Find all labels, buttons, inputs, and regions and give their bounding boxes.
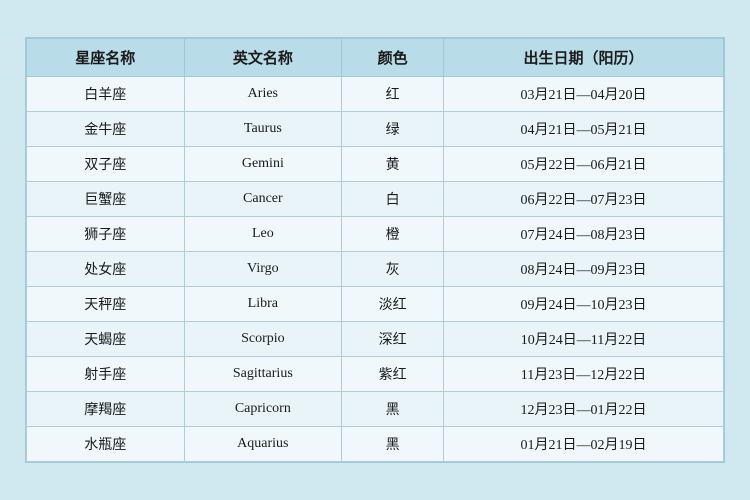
cell-chinese-name: 金牛座 bbox=[27, 112, 185, 147]
header-dates: 出生日期（阳历） bbox=[444, 39, 724, 77]
zodiac-table: 星座名称 英文名称 颜色 出生日期（阳历） 白羊座Aries红03月21日—04… bbox=[26, 38, 724, 462]
table-row: 狮子座Leo橙07月24日—08月23日 bbox=[27, 217, 724, 252]
table-row: 天蝎座Scorpio深红10月24日—11月22日 bbox=[27, 322, 724, 357]
table-row: 巨蟹座Cancer白06月22日—07月23日 bbox=[27, 182, 724, 217]
table-row: 天秤座Libra淡红09月24日—10月23日 bbox=[27, 287, 724, 322]
cell-chinese-name: 水瓶座 bbox=[27, 427, 185, 462]
table-row: 射手座Sagittarius紫红11月23日—12月22日 bbox=[27, 357, 724, 392]
cell-color: 紫红 bbox=[342, 357, 444, 392]
cell-color: 黑 bbox=[342, 427, 444, 462]
table-row: 摩羯座Capricorn黑12月23日—01月22日 bbox=[27, 392, 724, 427]
cell-color: 深红 bbox=[342, 322, 444, 357]
cell-dates: 01月21日—02月19日 bbox=[444, 427, 724, 462]
cell-color: 灰 bbox=[342, 252, 444, 287]
cell-dates: 10月24日—11月22日 bbox=[444, 322, 724, 357]
cell-dates: 07月24日—08月23日 bbox=[444, 217, 724, 252]
table-row: 处女座Virgo灰08月24日—09月23日 bbox=[27, 252, 724, 287]
cell-chinese-name: 摩羯座 bbox=[27, 392, 185, 427]
cell-dates: 06月22日—07月23日 bbox=[444, 182, 724, 217]
cell-chinese-name: 射手座 bbox=[27, 357, 185, 392]
cell-dates: 08月24日—09月23日 bbox=[444, 252, 724, 287]
cell-english-name: Gemini bbox=[184, 147, 342, 182]
cell-color: 红 bbox=[342, 77, 444, 112]
table-body: 白羊座Aries红03月21日—04月20日金牛座Taurus绿04月21日—0… bbox=[27, 77, 724, 462]
cell-chinese-name: 白羊座 bbox=[27, 77, 185, 112]
cell-english-name: Capricorn bbox=[184, 392, 342, 427]
cell-english-name: Sagittarius bbox=[184, 357, 342, 392]
cell-english-name: Libra bbox=[184, 287, 342, 322]
cell-color: 黄 bbox=[342, 147, 444, 182]
cell-dates: 12月23日—01月22日 bbox=[444, 392, 724, 427]
cell-chinese-name: 双子座 bbox=[27, 147, 185, 182]
cell-color: 绿 bbox=[342, 112, 444, 147]
cell-dates: 04月21日—05月21日 bbox=[444, 112, 724, 147]
table-row: 水瓶座Aquarius黑01月21日—02月19日 bbox=[27, 427, 724, 462]
table-row: 金牛座Taurus绿04月21日—05月21日 bbox=[27, 112, 724, 147]
table-header-row: 星座名称 英文名称 颜色 出生日期（阳历） bbox=[27, 39, 724, 77]
cell-chinese-name: 处女座 bbox=[27, 252, 185, 287]
cell-dates: 11月23日—12月22日 bbox=[444, 357, 724, 392]
cell-color: 橙 bbox=[342, 217, 444, 252]
cell-chinese-name: 巨蟹座 bbox=[27, 182, 185, 217]
cell-english-name: Aries bbox=[184, 77, 342, 112]
cell-color: 黑 bbox=[342, 392, 444, 427]
cell-dates: 05月22日—06月21日 bbox=[444, 147, 724, 182]
cell-english-name: Virgo bbox=[184, 252, 342, 287]
header-chinese-name: 星座名称 bbox=[27, 39, 185, 77]
header-english-name: 英文名称 bbox=[184, 39, 342, 77]
header-color: 颜色 bbox=[342, 39, 444, 77]
cell-dates: 09月24日—10月23日 bbox=[444, 287, 724, 322]
cell-chinese-name: 天秤座 bbox=[27, 287, 185, 322]
cell-english-name: Cancer bbox=[184, 182, 342, 217]
table-row: 白羊座Aries红03月21日—04月20日 bbox=[27, 77, 724, 112]
cell-english-name: Taurus bbox=[184, 112, 342, 147]
cell-english-name: Aquarius bbox=[184, 427, 342, 462]
cell-chinese-name: 狮子座 bbox=[27, 217, 185, 252]
cell-color: 淡红 bbox=[342, 287, 444, 322]
cell-english-name: Scorpio bbox=[184, 322, 342, 357]
cell-color: 白 bbox=[342, 182, 444, 217]
cell-english-name: Leo bbox=[184, 217, 342, 252]
cell-chinese-name: 天蝎座 bbox=[27, 322, 185, 357]
cell-dates: 03月21日—04月20日 bbox=[444, 77, 724, 112]
table-row: 双子座Gemini黄05月22日—06月21日 bbox=[27, 147, 724, 182]
zodiac-table-container: 星座名称 英文名称 颜色 出生日期（阳历） 白羊座Aries红03月21日—04… bbox=[25, 37, 725, 463]
